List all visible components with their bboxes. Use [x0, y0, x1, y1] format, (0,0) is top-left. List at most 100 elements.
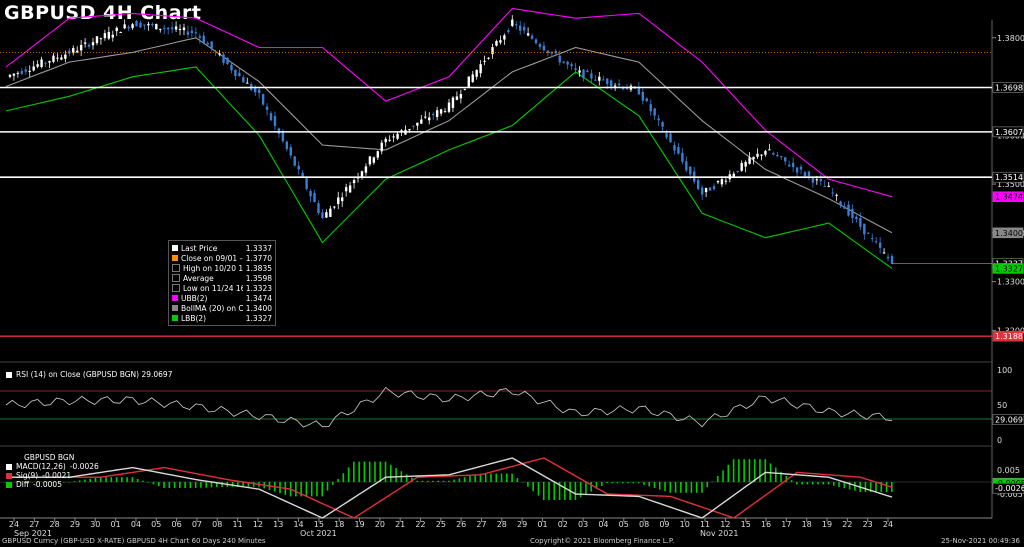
macd-histogram-bar [690, 482, 693, 493]
candle-body [483, 60, 486, 62]
time-tick-label: 09 [659, 520, 669, 529]
macd-histogram-bar [321, 482, 324, 497]
candle-body [143, 24, 146, 26]
chart-canvas[interactable]: 1.38001.36001.35001.34001.33001.32001.36… [0, 0, 1024, 547]
macd-histogram-bar [527, 482, 529, 487]
macd-histogram-bar [326, 482, 329, 491]
time-tick-label: 10 [680, 520, 690, 529]
macd-legend-row: MACD(12,26) -0.0026 [6, 462, 99, 471]
candle-body [732, 173, 735, 177]
time-tick-label: 05 [619, 520, 629, 529]
legend-value: 1.3770 [245, 253, 272, 263]
macd-histogram-bar [637, 482, 640, 484]
candle-body [91, 42, 95, 46]
macd-histogram-bar [416, 480, 418, 482]
candle-body [511, 19, 514, 26]
candle-body [811, 177, 815, 183]
macd-histogram-bar [426, 480, 429, 482]
macd-histogram-bar [511, 473, 513, 482]
candle-body [760, 154, 763, 156]
macd-histogram-bar [353, 461, 355, 482]
macd-histogram-bar [484, 473, 487, 482]
candle-body [803, 172, 807, 177]
candle-body [293, 156, 296, 166]
macd-histogram-bar [521, 482, 524, 483]
macd-histogram-bar [701, 482, 703, 493]
candle-body [780, 156, 783, 158]
legend-value: 1.3327 [245, 313, 272, 323]
macd-histogram-bar [168, 482, 171, 488]
macd-histogram-bar [210, 482, 213, 488]
macd-histogram-bar [664, 482, 666, 492]
footer-copyright: Copyright© 2021 Bloomberg Finance L.P. [530, 537, 675, 545]
candle-body [210, 41, 213, 49]
macd-histogram-bar [680, 482, 682, 493]
time-tick-label: 06 [172, 520, 182, 529]
candle-body [661, 122, 664, 127]
macd-histogram-bar [184, 482, 186, 488]
candle-body [515, 24, 518, 26]
price-badge-label: 1.3400 [995, 229, 1023, 238]
candle-body [542, 45, 546, 51]
macd-histogram-bar [616, 482, 619, 484]
candle-body [590, 73, 593, 79]
macd-tick-label: 0.005 [997, 466, 1020, 475]
macd-histogram-bar [363, 461, 366, 482]
macd-title: GBPUSD BGN [24, 453, 74, 462]
candle-body [166, 27, 170, 30]
candle-body [657, 118, 660, 121]
candle-body [665, 133, 668, 138]
candle-body [372, 157, 376, 163]
candle-body [325, 212, 328, 218]
legend-row: Last Price 1.3337 [172, 243, 272, 253]
candle-body [313, 193, 316, 203]
candle-body [819, 179, 823, 182]
candle-body [467, 76, 470, 87]
footer-source: GBPUSD Curncy (GBP-USD X-RATE) GBPUSD 4H… [2, 537, 266, 545]
candle-body [776, 154, 779, 157]
legend-swatch-icon [172, 295, 178, 301]
candle-body [20, 71, 24, 74]
macd-histogram-bar [590, 482, 592, 492]
legend-swatch-icon [172, 315, 178, 321]
candle-body [487, 57, 490, 59]
macd-legend-value: -0.0005 [33, 480, 62, 489]
candle-body [689, 166, 692, 175]
macd-badge-label: -0.0026 [995, 484, 1024, 493]
price-badge-label: 1.3188 [995, 332, 1023, 341]
candle-body [499, 40, 502, 43]
time-axis: 24 27 28 29 30 01 04 05 06 07 08 11 12 13 14 15 18 19 20 21… [9, 518, 893, 538]
candle-body [491, 47, 494, 55]
candle-body [740, 163, 743, 171]
candle-body [435, 110, 439, 117]
candle-body [226, 57, 229, 65]
time-tick-label: 01 [111, 520, 121, 529]
time-tick-label: 29 [517, 520, 527, 529]
macd-histogram-bar [674, 482, 677, 493]
candle-body [182, 27, 186, 31]
candle-body [95, 36, 99, 44]
candle-body [720, 179, 724, 185]
time-tick-label: 28 [50, 520, 60, 529]
candle-body [617, 83, 621, 86]
candle-body [669, 133, 672, 143]
time-tick-label: 27 [29, 520, 39, 529]
candle-body [376, 151, 380, 158]
candle-body [685, 161, 688, 171]
candle-body [522, 26, 526, 31]
macd-histogram-bar [368, 461, 371, 482]
macd-histogram-bar [99, 477, 102, 482]
time-tick-label: 14 [293, 520, 303, 529]
macd-histogram-bar [157, 482, 160, 487]
macd-histogram-bar [405, 474, 408, 482]
candle-body [530, 35, 534, 39]
candle-body [641, 91, 645, 101]
candle-body [764, 151, 767, 155]
candle-body [151, 23, 154, 26]
candle-body [503, 35, 506, 40]
legend-name: LBB(2) [181, 313, 207, 323]
time-tick-label: 16 [761, 520, 771, 529]
price-legend: Last Price 1.3337Close on 09/01 ----1.377… [168, 240, 276, 326]
candle-body [202, 35, 205, 44]
candle-body [538, 43, 542, 47]
